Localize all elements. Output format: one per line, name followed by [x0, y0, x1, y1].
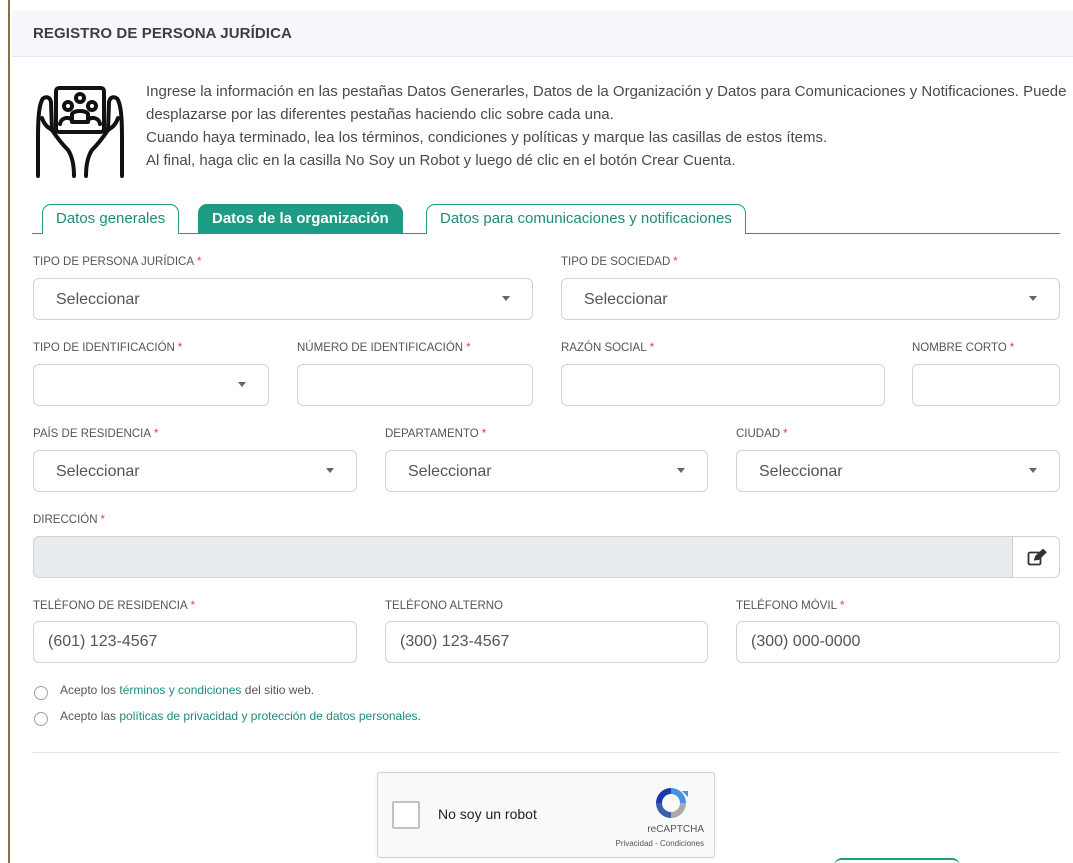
tipo-sociedad-value: Seleccionar [584, 291, 668, 308]
chevron-down-icon [238, 382, 246, 387]
pais-label: PAÍS DE RESIDENCIA * [33, 428, 159, 440]
telefono-residencia-label: TELÉFONO DE RESIDENCIA * [33, 600, 196, 612]
tipo-persona-value: Seleccionar [56, 291, 140, 308]
recaptcha-brand: reCAPTCHA [647, 824, 704, 835]
recaptcha-logo-icon [656, 788, 688, 818]
telefono-movil-label: TELÉFONO MÓVIL * [736, 600, 845, 612]
left-border [8, 0, 10, 863]
nombre-corto-label: NOMBRE CORTO * [912, 342, 1015, 354]
ciudad-label: CIUDAD * [736, 428, 788, 440]
chevron-down-icon [502, 296, 510, 301]
create-account-button-edge[interactable] [834, 858, 960, 863]
telefono-alterno-label: TELÉFONO ALTERNO [385, 600, 504, 612]
form-divider [32, 752, 1060, 753]
privacy-text: Acepto las políticas de privacidad y pro… [60, 709, 421, 723]
ciudad-value: Seleccionar [759, 463, 843, 480]
hands-holding-group-icon [36, 86, 124, 178]
numero-identificacion-label: NÚMERO DE IDENTIFICACIÓN * [297, 342, 471, 354]
recaptcha-links[interactable]: Privacidad - Condiciones [584, 839, 705, 848]
page-header: REGISTRO DE PERSONA JURÍDICA [12, 10, 1073, 57]
tipo-identificacion-select[interactable] [33, 364, 269, 406]
recaptcha-checkbox[interactable] [392, 801, 420, 829]
departamento-label: DEPARTAMENTO * [385, 428, 487, 440]
tab-datos-comunicaciones[interactable]: Datos para comunicaciones y notificacion… [426, 204, 746, 234]
tipo-persona-select[interactable]: Seleccionar [33, 278, 533, 320]
nombre-corto-input[interactable] [912, 364, 1060, 406]
telefono-movil-placeholder: (300) 000-0000 [751, 633, 861, 650]
chevron-down-icon [1029, 468, 1037, 473]
tab-datos-generales[interactable]: Datos generales [42, 204, 180, 234]
chevron-down-icon [1029, 296, 1037, 301]
telefono-residencia-placeholder: (601) 123-4567 [48, 633, 158, 650]
page-title: REGISTRO DE PERSONA JURÍDICA [33, 25, 292, 42]
ciudad-select[interactable]: Seleccionar [736, 450, 1060, 492]
departamento-value: Seleccionar [408, 463, 492, 480]
intro-line-3: Al final, haga clic en la casilla No Soy… [146, 152, 736, 169]
tipo-identificacion-label: TIPO DE IDENTIFICACIÓN * [33, 342, 183, 354]
pais-value: Seleccionar [56, 463, 140, 480]
terms-link[interactable]: términos y condiciones [119, 683, 241, 697]
razon-social-label: RAZÓN SOCIAL * [561, 342, 655, 354]
intro-line-1: Ingrese la información en las pestañas D… [146, 83, 1067, 123]
telefono-movil-input[interactable]: (300) 000-0000 [736, 621, 1060, 663]
pais-select[interactable]: Seleccionar [33, 450, 357, 492]
chevron-down-icon [677, 468, 685, 473]
terms-checkbox[interactable] [34, 686, 48, 700]
telefono-residencia-input[interactable]: (601) 123-4567 [33, 621, 357, 663]
edit-address-button[interactable] [1012, 536, 1060, 578]
telefono-alterno-input[interactable]: (300) 123-4567 [385, 621, 708, 663]
direccion-input [33, 536, 1013, 578]
tab-datos-organizacion[interactable]: Datos de la organización [198, 204, 403, 234]
tipo-sociedad-select[interactable]: Seleccionar [561, 278, 1060, 320]
tipo-sociedad-label: TIPO DE SOCIEDAD * [561, 256, 678, 268]
razon-social-input[interactable] [561, 364, 885, 406]
intro-line-2: Cuando haya terminado, lea los términos,… [146, 129, 828, 146]
edit-icon [1027, 549, 1047, 566]
direccion-label: DIRECCIÓN * [33, 514, 106, 526]
recaptcha-label: No soy un robot [438, 806, 537, 822]
terms-text: Acepto los términos y condiciones del si… [60, 683, 315, 697]
intro-text: Ingrese la información en las pestañas D… [146, 80, 1071, 172]
tipo-persona-label: TIPO DE PERSONA JURÍDICA * [33, 256, 202, 268]
privacy-checkbox[interactable] [34, 712, 48, 726]
numero-identificacion-input[interactable] [297, 364, 533, 406]
recaptcha-widget: No soy un robot reCAPTCHA Privacidad - C… [377, 772, 715, 858]
departamento-select[interactable]: Seleccionar [385, 450, 708, 492]
privacy-link[interactable]: políticas de privacidad y protección de … [119, 709, 417, 723]
chevron-down-icon [326, 468, 334, 473]
telefono-alterno-placeholder: (300) 123-4567 [400, 633, 510, 650]
